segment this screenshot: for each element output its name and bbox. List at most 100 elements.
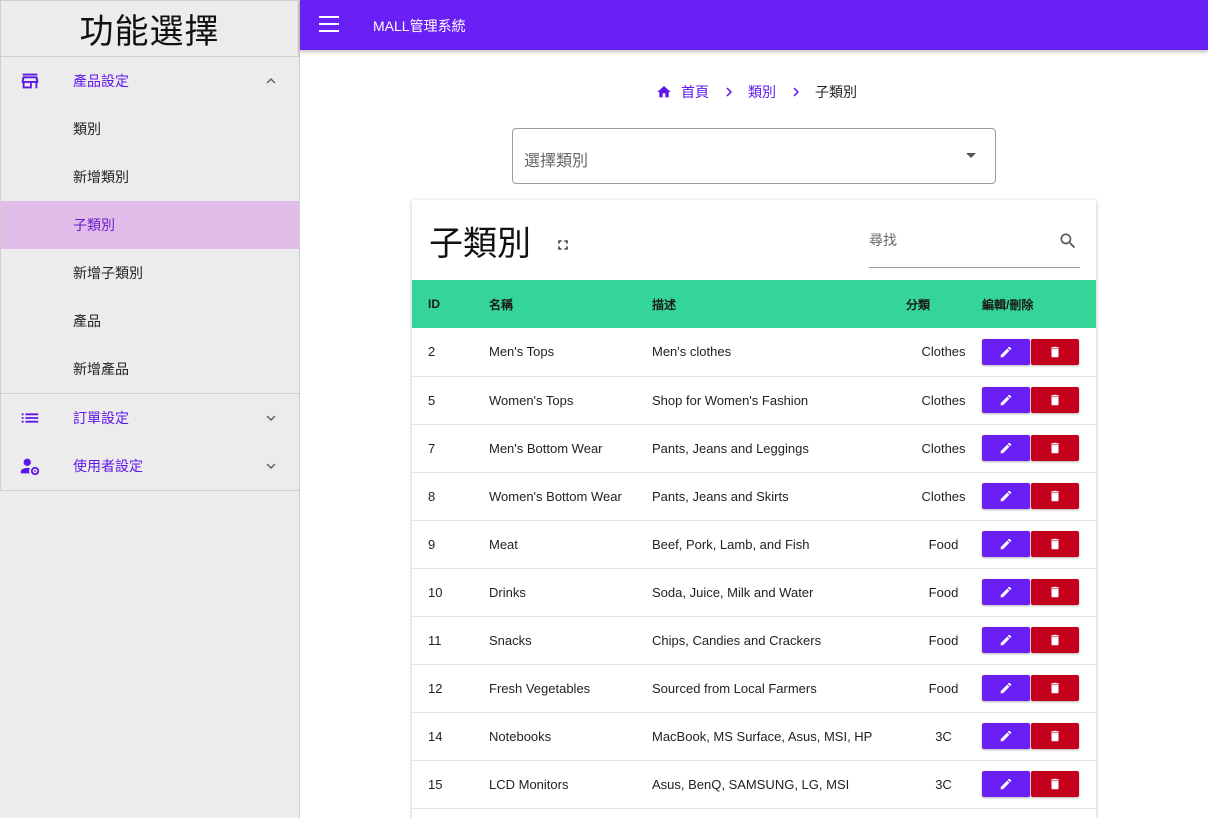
- sidebar: 功能選擇 產品設定 類別 新增類別 子類別 新增子類別 產品 新增產品 訂單設定…: [0, 0, 300, 818]
- table-row: 15 LCD Monitors Asus, BenQ, SAMSUNG, LG, M…: [412, 760, 1096, 809]
- menu-group-user-settings[interactable]: 使用者設定: [1, 442, 299, 490]
- user-settings-icon: [20, 458, 40, 476]
- cell-name: Drinks: [489, 568, 652, 617]
- edit-button[interactable]: [982, 723, 1030, 749]
- delete-icon: [1048, 681, 1062, 695]
- edit-button[interactable]: [982, 675, 1030, 701]
- edit-button[interactable]: [982, 771, 1030, 797]
- menu-icon[interactable]: [319, 16, 339, 34]
- edit-button[interactable]: [982, 627, 1030, 653]
- edit-button[interactable]: [982, 338, 1030, 365]
- row-actions: [982, 771, 1096, 797]
- cell-id: 12: [412, 664, 489, 713]
- column-header-actions: 編輯/刪除: [982, 297, 1034, 312]
- delete-button[interactable]: [1031, 627, 1079, 653]
- delete-icon: [1048, 777, 1062, 791]
- sidebar-item-product[interactable]: 產品: [1, 297, 299, 345]
- category-select[interactable]: 選擇類別: [512, 128, 996, 184]
- edit-button[interactable]: [982, 483, 1030, 509]
- dropdown-arrow-icon: [966, 153, 976, 158]
- cell-description: Pants, Jeans and Skirts: [652, 472, 905, 521]
- cell-category: Clothes: [905, 376, 982, 425]
- cell-id: 8: [412, 472, 489, 521]
- cell-actions: [982, 760, 1096, 809]
- edit-button[interactable]: [982, 387, 1030, 413]
- row-actions: [982, 387, 1096, 413]
- cell-name: Notebooks: [489, 712, 652, 761]
- cell-actions: [982, 472, 1096, 521]
- edit-icon: [999, 777, 1013, 791]
- category-select-placeholder: 選擇類別: [524, 153, 589, 170]
- edit-button[interactable]: [982, 435, 1030, 461]
- delete-button[interactable]: [1031, 771, 1079, 797]
- delete-button[interactable]: [1031, 675, 1079, 701]
- sidebar-item-subcategory[interactable]: 子類別: [1, 201, 299, 249]
- delete-icon: [1048, 585, 1062, 599]
- cell-category: Clothes: [905, 424, 982, 473]
- delete-icon: [1048, 537, 1062, 551]
- edit-icon: [999, 585, 1013, 599]
- cell-id: 5: [412, 376, 489, 425]
- sidebar-item-add-category[interactable]: 新增類別: [1, 153, 299, 201]
- cell-description: Sourced from Local Farmers: [652, 664, 905, 713]
- row-actions: [982, 338, 1096, 365]
- cell-actions: [982, 712, 1096, 761]
- column-header-name: 名稱: [489, 297, 514, 312]
- sidebar-item-add-subcategory[interactable]: 新增子類別: [1, 249, 299, 297]
- delete-icon: [1048, 633, 1062, 647]
- cell-name: Meat: [489, 520, 652, 569]
- chevron-right-icon: [726, 87, 732, 97]
- table-row: 8 Women's Bottom Wear Pants, Jeans and Ski…: [412, 472, 1096, 521]
- cell-description: Shop for Women's Fashion: [652, 376, 905, 425]
- menu-group-order-settings[interactable]: 訂單設定: [1, 394, 299, 442]
- breadcrumb-category-link[interactable]: 類別: [748, 82, 776, 102]
- column-header-category: 分類: [906, 297, 931, 312]
- row-actions: [982, 483, 1096, 509]
- breadcrumb-home-link[interactable]: 首頁: [681, 82, 709, 102]
- edit-icon: [999, 729, 1013, 743]
- search-icon[interactable]: [1058, 231, 1078, 251]
- column-header-id: ID: [428, 297, 440, 311]
- search-input[interactable]: [869, 230, 1049, 250]
- delete-button[interactable]: [1031, 338, 1079, 365]
- chevron-down-icon: [266, 415, 276, 421]
- search-field: [869, 226, 1080, 268]
- column-header-description: 描述: [652, 297, 677, 312]
- cell-id: 15: [412, 760, 489, 809]
- cell-category: Food: [905, 520, 982, 569]
- edit-button[interactable]: [982, 579, 1030, 605]
- menu-group-product-settings[interactable]: 產品設定: [1, 57, 299, 105]
- delete-icon: [1048, 489, 1062, 503]
- table-row: 7 Men's Bottom Wear Pants, Jeans and Leggi…: [412, 424, 1096, 473]
- table-row: 14 Notebooks MacBook, MS Surface, Asus, MS…: [412, 712, 1096, 761]
- row-actions: [982, 723, 1096, 749]
- delete-button[interactable]: [1031, 723, 1079, 749]
- row-actions: [982, 675, 1096, 701]
- row-actions: [982, 627, 1096, 653]
- table-row: 12 Fresh Vegetables Sourced from Local Far…: [412, 664, 1096, 713]
- delete-button[interactable]: [1031, 483, 1079, 509]
- subcategory-table-card: 子類別 ID 名稱 描述 分類 編輯/刪除 2Men's TopsMen's c…: [412, 200, 1096, 818]
- delete-button[interactable]: [1031, 531, 1079, 557]
- cell-category: 3C: [905, 712, 982, 761]
- cell-actions: [982, 568, 1096, 617]
- edit-icon: [999, 345, 1013, 359]
- chevron-up-icon: [266, 78, 276, 84]
- delete-button[interactable]: [1031, 435, 1079, 461]
- cell-name: Snacks: [489, 616, 652, 665]
- cell-description: MacBook, MS Surface, Asus, MSI, HP: [652, 712, 905, 761]
- sidebar-item-add-product[interactable]: 新增產品: [1, 345, 299, 393]
- cell-id: 9: [412, 520, 489, 569]
- delete-icon: [1048, 345, 1062, 359]
- cell-category: Clothes: [905, 328, 982, 377]
- cell-name: Women's Tops: [489, 376, 652, 425]
- breadcrumb: 首頁 類別 子類別: [656, 83, 857, 101]
- fullscreen-icon[interactable]: [555, 237, 571, 253]
- cell-name: LCD Monitors: [489, 760, 652, 809]
- cell-description: Pants, Jeans and Leggings: [652, 424, 905, 473]
- cell-actions: [982, 424, 1096, 473]
- delete-button[interactable]: [1031, 579, 1079, 605]
- edit-button[interactable]: [982, 531, 1030, 557]
- sidebar-item-category[interactable]: 類別: [1, 105, 299, 153]
- delete-button[interactable]: [1031, 387, 1079, 413]
